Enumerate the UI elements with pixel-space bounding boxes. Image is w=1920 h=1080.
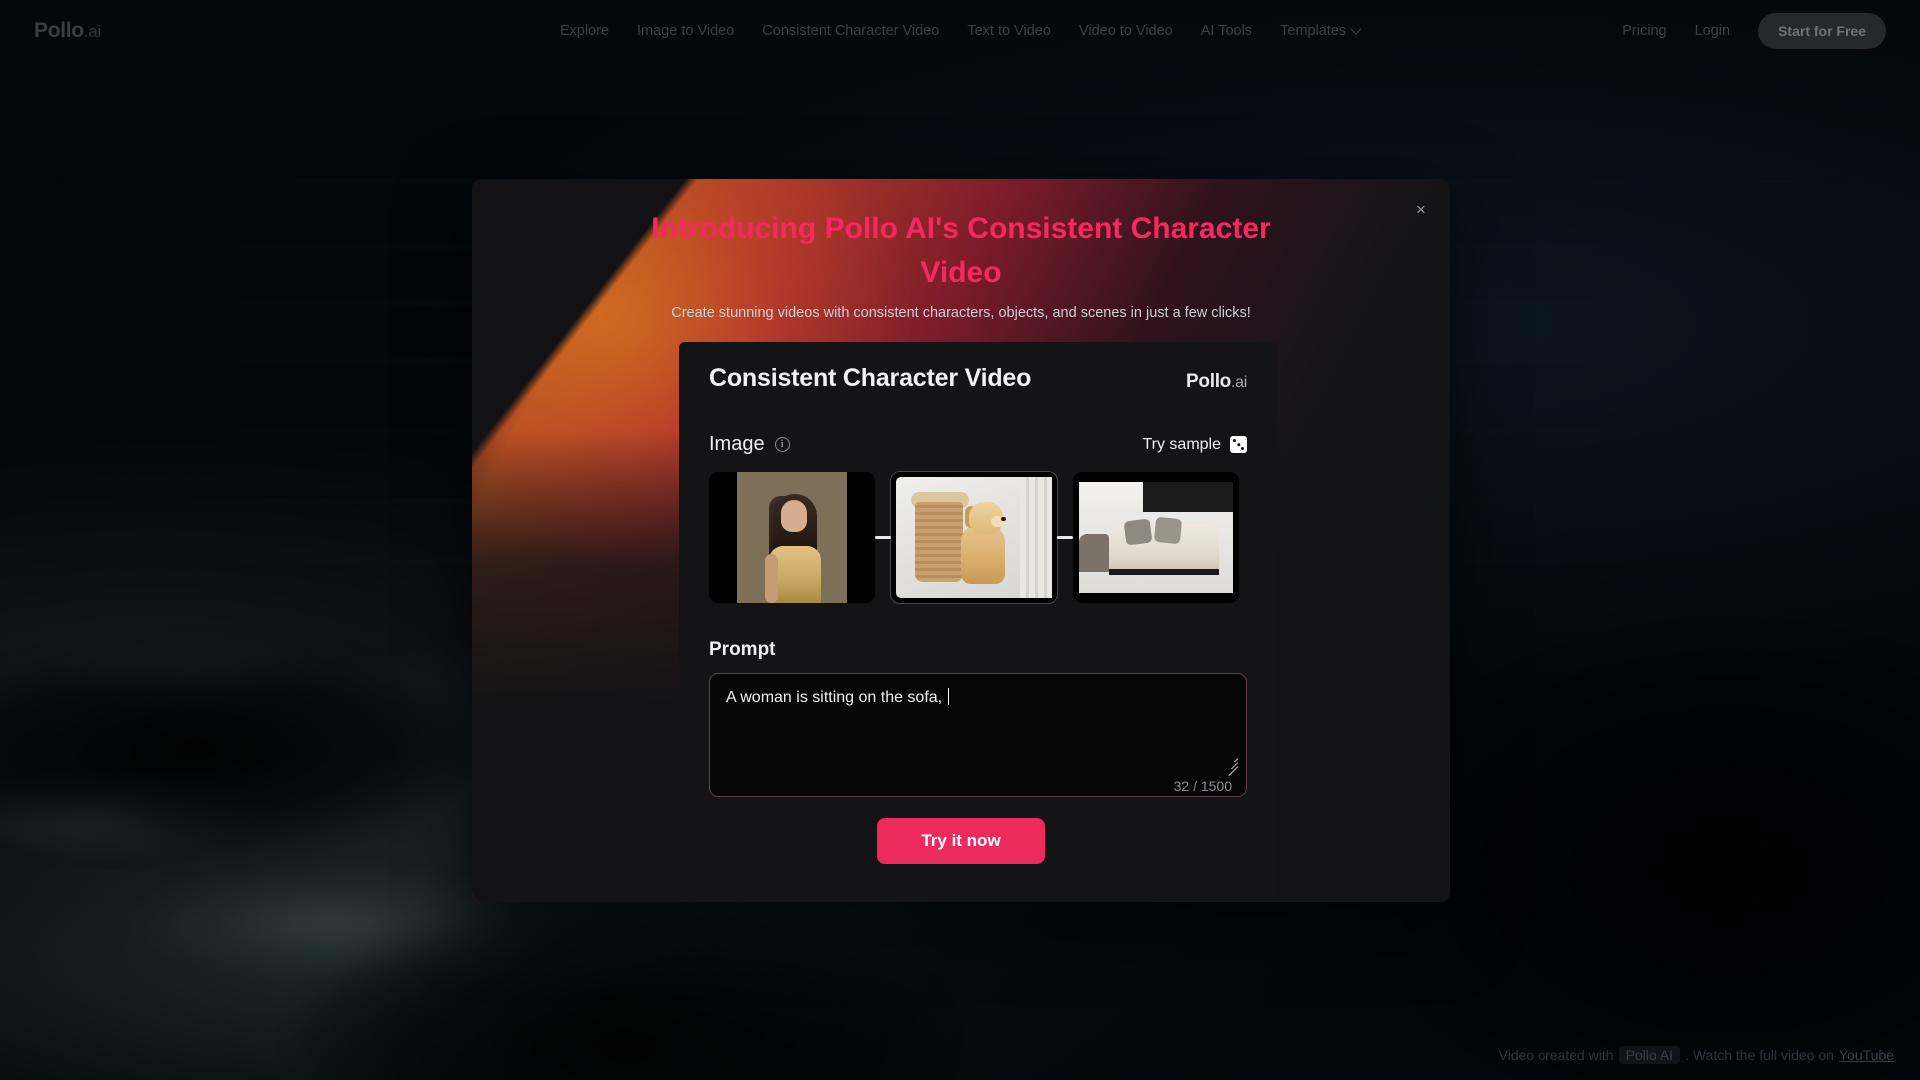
- nav-item-label: AI Tools: [1200, 23, 1253, 39]
- image-section-header: Image i Try sample: [709, 433, 1247, 456]
- chevron-down-icon: [1350, 23, 1362, 35]
- watermark-prefix: Video created with: [1498, 1047, 1614, 1063]
- thumbnail-connector: [875, 536, 891, 539]
- watermark-credit: Video created with Pollo AI . Watch the …: [1499, 1046, 1894, 1064]
- youtube-link[interactable]: YouTube: [1839, 1047, 1894, 1063]
- nav-item-video-to-video[interactable]: Video to Video: [1079, 23, 1173, 39]
- nav-item-pricing[interactable]: Pricing: [1622, 23, 1666, 39]
- image-thumbnail-strip: [709, 471, 1247, 604]
- prompt-value: A woman is sitting on the sofa,: [726, 689, 947, 706]
- nav-item-templates[interactable]: Templates: [1280, 23, 1362, 39]
- page-root: Pollo.ai Explore Image to Video Consiste…: [0, 0, 1920, 1080]
- nav-item-text-to-video[interactable]: Text to Video: [967, 23, 1051, 39]
- resize-handle-icon[interactable]: [1224, 754, 1239, 776]
- modal-footer: Try it now: [472, 818, 1450, 864]
- nav-item-label: Text to Video: [967, 23, 1051, 39]
- try-sample-button[interactable]: Try sample: [1142, 436, 1247, 454]
- top-navigation-bar: Pollo.ai Explore Image to Video Consiste…: [0, 0, 1920, 62]
- nav-item-label: Image to Video: [637, 23, 735, 39]
- start-for-free-button[interactable]: Start for Free: [1758, 13, 1886, 49]
- modal-title: Introducing Pollo AI's Consistent Charac…: [651, 212, 1271, 289]
- close-icon[interactable]: ×: [1406, 195, 1436, 225]
- image-label: Image: [709, 433, 765, 455]
- info-icon[interactable]: i: [774, 437, 790, 452]
- panel-brand-logo-suffix: .ai: [1231, 374, 1247, 391]
- prompt-label: Prompt: [709, 639, 776, 660]
- nav-item-login[interactable]: Login: [1695, 23, 1730, 39]
- nav-item-explore[interactable]: Explore: [560, 23, 609, 39]
- prompt-input[interactable]: A woman is sitting on the sofa, 32 / 150…: [709, 673, 1247, 797]
- brand-logo-suffix: .ai: [83, 22, 101, 41]
- nav-item-label: Consistent Character Video: [762, 23, 940, 39]
- nav-item-image-to-video[interactable]: Image to Video: [637, 23, 734, 39]
- panel-brand-logo: Pollo.ai: [1186, 371, 1247, 393]
- panel-header: Consistent Character Video Pollo.ai: [709, 364, 1247, 393]
- panel-brand-logo-text: Pollo: [1186, 371, 1231, 392]
- modal-subtitle: Create stunning videos with consistent c…: [671, 305, 1251, 321]
- sofa-thumbnail[interactable]: [1073, 472, 1239, 603]
- character-counter: 32 / 1500: [1173, 778, 1232, 794]
- woman-thumbnail[interactable]: [709, 472, 875, 603]
- nav-item-label: Explore: [559, 23, 610, 39]
- modal-header: Introducing Pollo AI's Consistent Charac…: [472, 179, 1450, 321]
- watermark-middle: . Watch the full video on: [1685, 1047, 1834, 1063]
- nav-item-label: Pricing: [1622, 23, 1667, 39]
- brand-logo-text: Pollo: [34, 19, 84, 42]
- nav-item-label: Login: [1694, 23, 1731, 39]
- panel-title: Consistent Character Video: [709, 364, 1032, 392]
- nav-item-label: Video to Video: [1078, 23, 1173, 39]
- watermark-brand-chip[interactable]: Pollo AI: [1618, 1046, 1681, 1064]
- thumbnail-connector: [1057, 536, 1073, 539]
- text-caret: [947, 688, 949, 705]
- promo-modal: × Introducing Pollo AI's Consistent Char…: [472, 179, 1450, 902]
- nav-item-label: Templates: [1280, 23, 1347, 39]
- nav-item-consistent-character-video[interactable]: Consistent Character Video: [762, 23, 939, 39]
- nav-item-ai-tools[interactable]: AI Tools: [1201, 23, 1252, 39]
- try-it-now-button[interactable]: Try it now: [877, 818, 1045, 864]
- try-sample-label: Try sample: [1142, 435, 1221, 453]
- nav-links: Explore Image to Video Consistent Charac…: [560, 23, 1362, 39]
- nav-right-group: Pricing Login Start for Free: [1622, 13, 1886, 49]
- brand-logo[interactable]: Pollo.ai: [34, 19, 101, 43]
- dice-icon: [1230, 436, 1247, 453]
- dog-thumbnail[interactable]: [890, 471, 1058, 604]
